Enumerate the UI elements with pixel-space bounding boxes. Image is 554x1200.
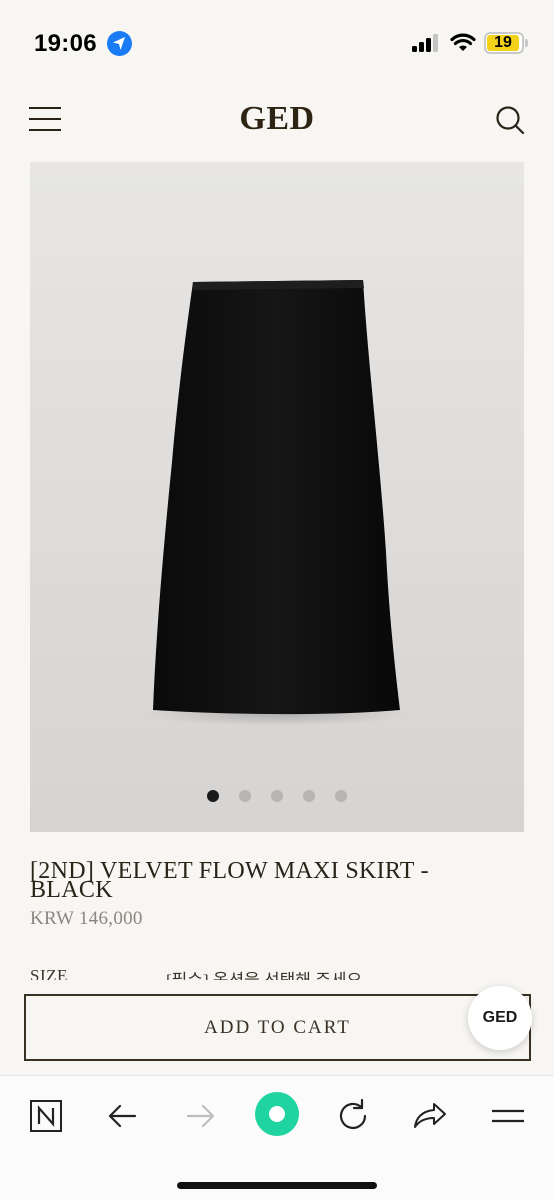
naver-n-icon[interactable]	[24, 1094, 68, 1138]
battery-nub	[525, 39, 528, 47]
size-select[interactable]: [필수] 옵션을 선택해 주세요	[166, 966, 362, 980]
product-image-gallery[interactable]	[30, 162, 524, 832]
site-header: GED	[0, 74, 554, 162]
wifi-icon	[450, 32, 476, 57]
share-icon[interactable]	[408, 1094, 452, 1138]
carousel-dot-5[interactable]	[335, 790, 347, 802]
cellular-signal-icon	[412, 34, 440, 52]
chat-badge-button[interactable]: GED	[468, 986, 532, 1050]
carousel-dot-2[interactable]	[239, 790, 251, 802]
product-title: [2ND] VELVET FLOW MAXI SKIRT - BLACK	[30, 859, 490, 902]
reload-icon[interactable]	[331, 1094, 375, 1138]
menu-icon[interactable]	[486, 1094, 530, 1138]
carousel-dot-3[interactable]	[271, 790, 283, 802]
size-label: SIZE	[30, 966, 68, 980]
size-option-row[interactable]: SIZE [필수] 옵션을 선택해 주세요	[0, 966, 554, 980]
browser-toolbar	[0, 1075, 554, 1200]
battery-level: 19	[494, 34, 512, 51]
back-arrow-icon[interactable]	[101, 1094, 145, 1138]
carousel-dot-4[interactable]	[303, 790, 315, 802]
forward-arrow-icon[interactable]	[178, 1094, 222, 1138]
carousel-dot-1[interactable]	[207, 790, 219, 802]
green-dot-icon[interactable]	[253, 1090, 301, 1138]
battery-icon: 19	[484, 32, 524, 54]
brand-logo[interactable]: GED	[0, 100, 554, 138]
location-arrow-icon	[107, 31, 132, 56]
carousel-dots	[30, 790, 524, 802]
home-indicator	[177, 1182, 377, 1189]
search-icon[interactable]	[494, 104, 526, 136]
product-image	[146, 280, 406, 726]
add-to-cart-button[interactable]: ADD TO CART	[24, 994, 531, 1061]
status-bar: 19:06 19	[0, 0, 554, 74]
product-price: KRW 146,000	[30, 908, 143, 929]
status-time: 19:06	[34, 30, 97, 57]
